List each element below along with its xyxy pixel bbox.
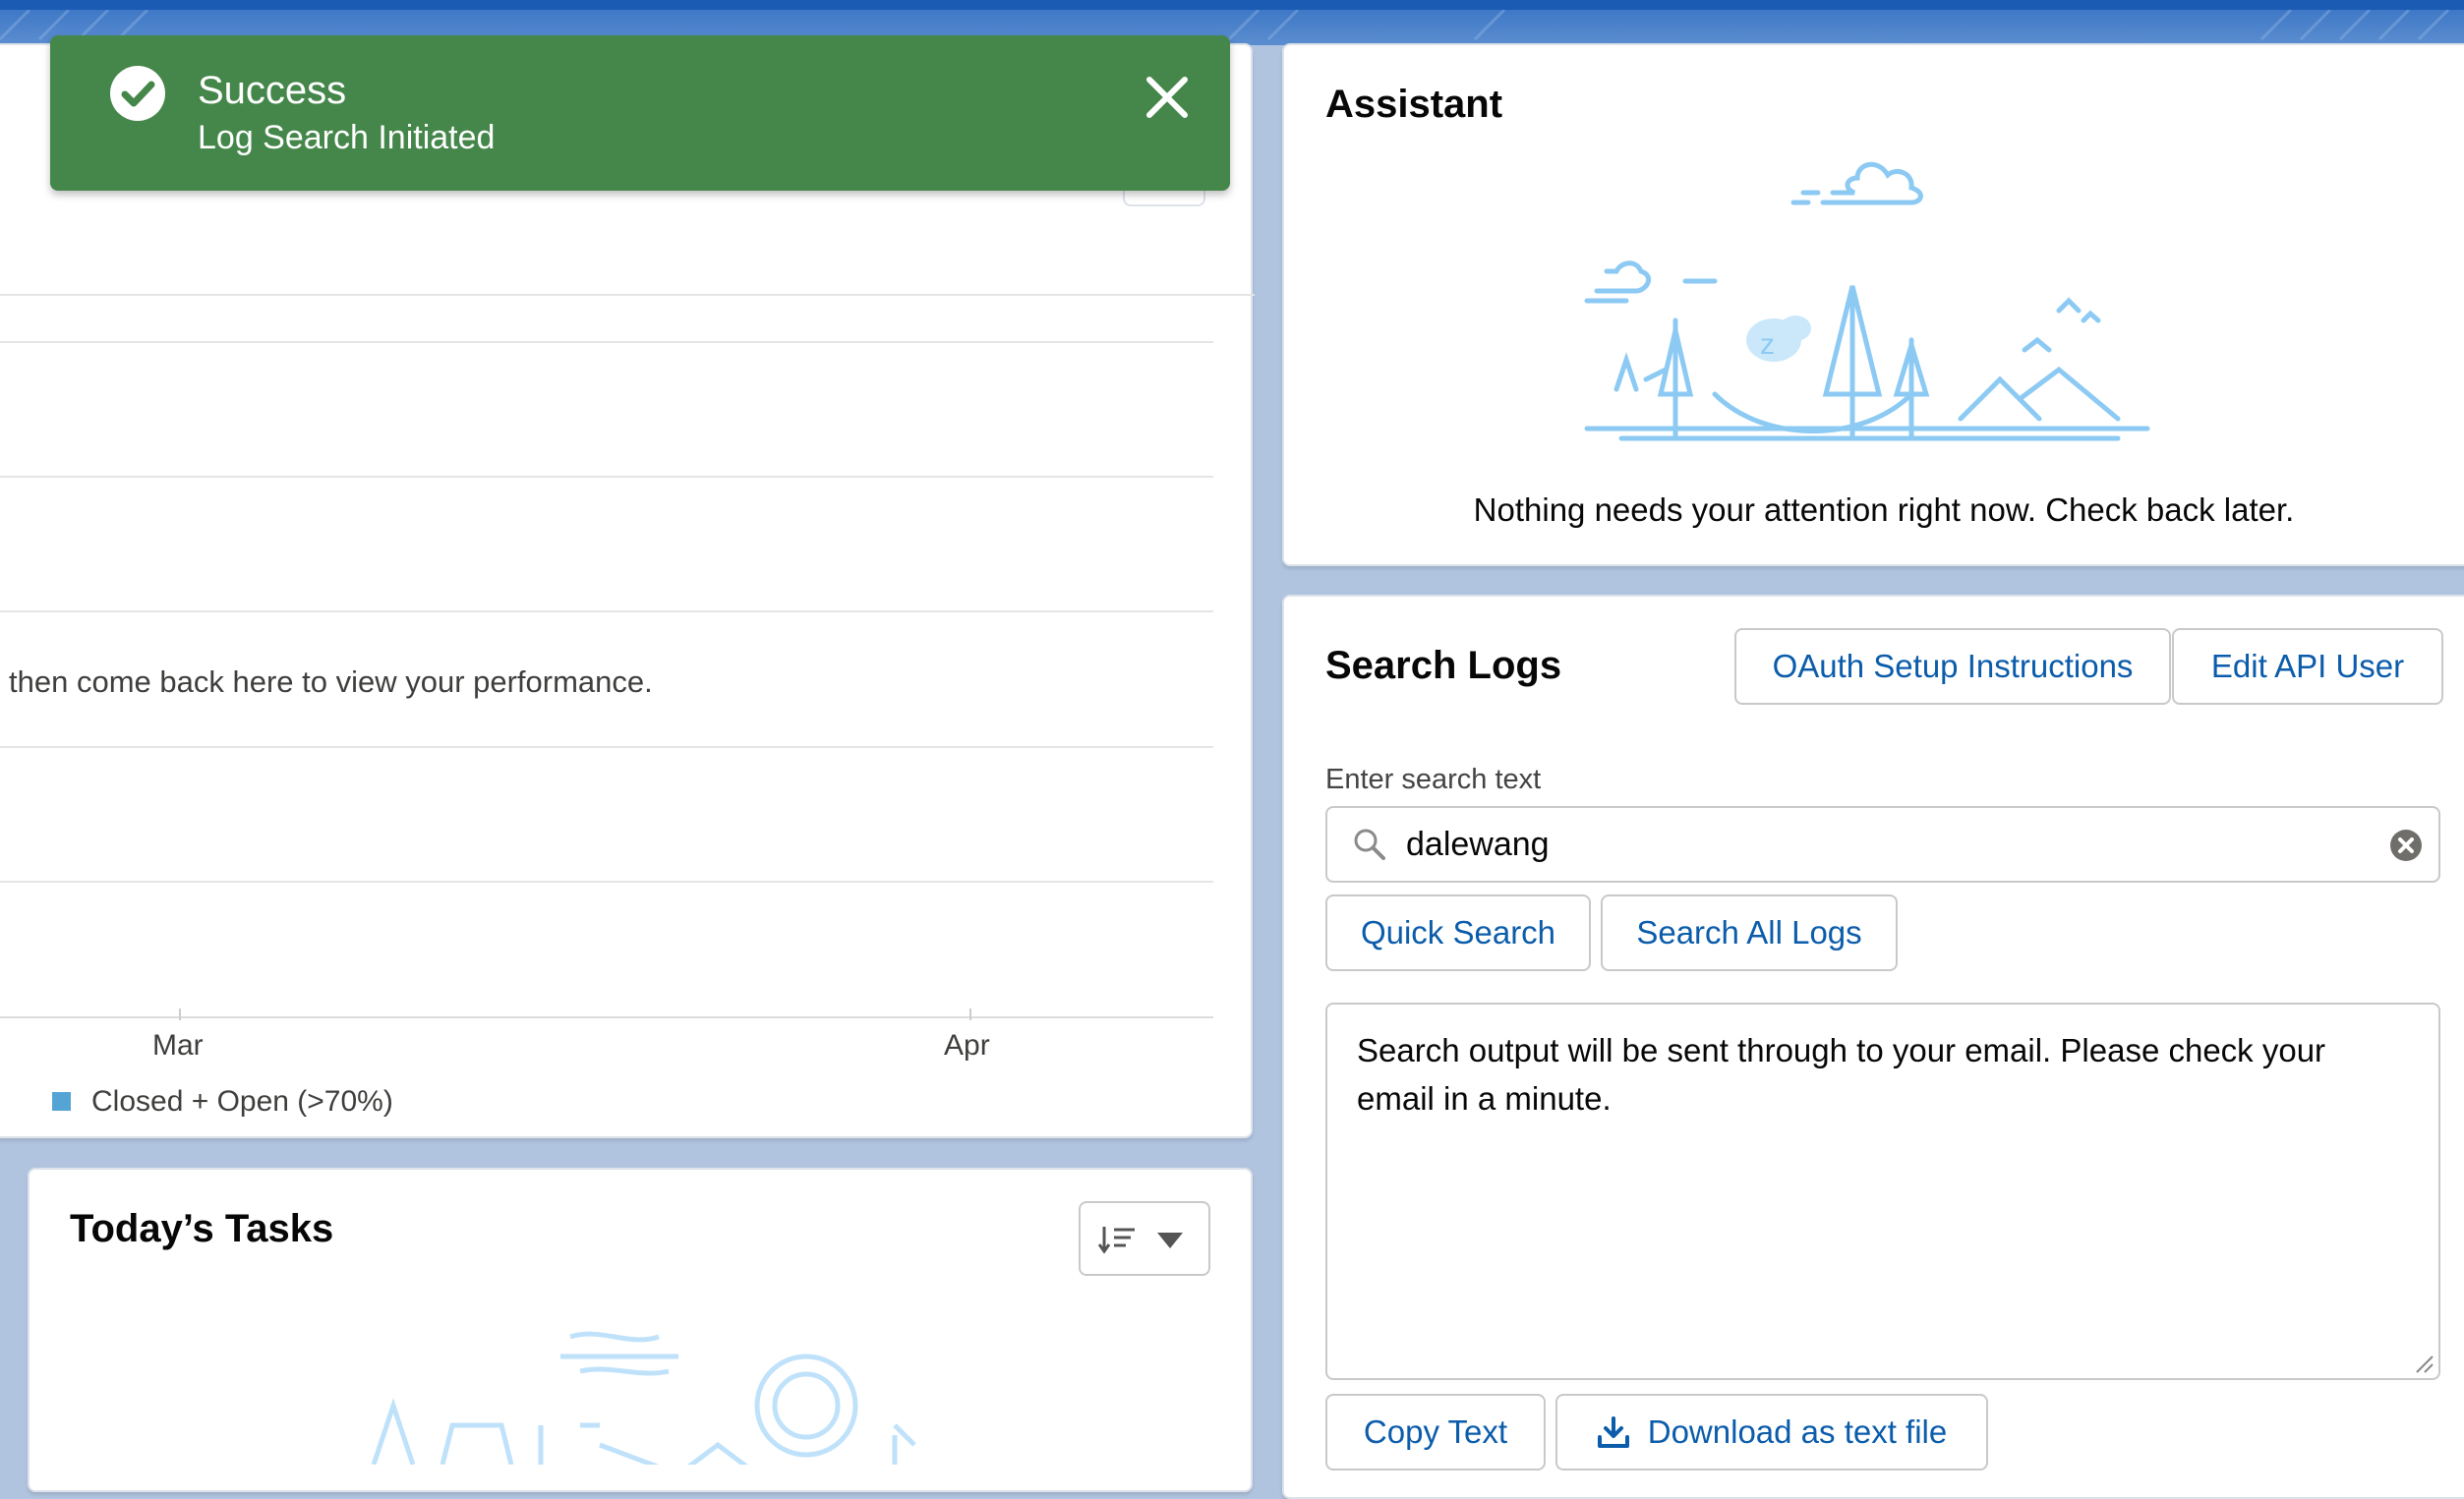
search-input-value: dalewang bbox=[1406, 826, 1550, 863]
search-output-textarea[interactable]: Search output will be sent through to yo… bbox=[1325, 1003, 2440, 1380]
download-text-file-button[interactable]: Download as text file bbox=[1555, 1394, 1988, 1470]
chart-empty-message: then come back here to view your perform… bbox=[9, 664, 653, 699]
chart-axis-line bbox=[0, 1016, 1213, 1018]
copy-text-button[interactable]: Copy Text bbox=[1325, 1394, 1546, 1470]
toast-message: Log Search Initiated bbox=[198, 119, 496, 156]
assistant-title: Assistant bbox=[1325, 83, 1503, 126]
edit-api-user-button[interactable]: Edit API User bbox=[2172, 628, 2443, 705]
clear-input-icon[interactable] bbox=[2389, 829, 2423, 862]
axis-tick bbox=[179, 1009, 181, 1020]
success-check-icon bbox=[110, 66, 165, 121]
x-tick-label-mar: Mar bbox=[152, 1029, 204, 1062]
search-logs-title: Search Logs bbox=[1325, 644, 1562, 687]
assistant-card: Assistant z Nothing needs your attention… bbox=[1282, 43, 2464, 566]
oauth-setup-button[interactable]: OAuth Setup Instructions bbox=[1734, 628, 2171, 705]
chart-gridline bbox=[0, 881, 1213, 883]
chart-gridline bbox=[0, 610, 1213, 612]
success-toast: Success Log Search Initiated bbox=[50, 35, 1230, 191]
search-all-logs-button[interactable]: Search All Logs bbox=[1601, 894, 1898, 971]
search-logs-card: Search Logs OAuth Setup Instructions Edi… bbox=[1282, 595, 2464, 1499]
download-button-label: Download as text file bbox=[1647, 1413, 1948, 1450]
toast-title: Success bbox=[198, 69, 347, 112]
assistant-message: Nothing needs your attention right now. … bbox=[1473, 491, 2295, 528]
search-input[interactable]: dalewang bbox=[1325, 806, 2440, 883]
performance-card: then come back here to view your perform… bbox=[0, 43, 1255, 1138]
x-tick-label-apr: Apr bbox=[944, 1029, 990, 1062]
search-icon bbox=[1354, 829, 1385, 860]
svg-text:z: z bbox=[1760, 328, 1775, 361]
quick-search-button[interactable]: Quick Search bbox=[1325, 894, 1591, 971]
legend-label: Closed + Open (>70%) bbox=[91, 1085, 393, 1118]
chevron-down-icon bbox=[1157, 1233, 1183, 1248]
empty-state-illustration: z bbox=[1584, 162, 2150, 441]
tasks-title: Today’s Tasks bbox=[70, 1207, 334, 1250]
sort-icon bbox=[1098, 1227, 1135, 1254]
chart-gridline bbox=[0, 341, 1213, 343]
search-input-label: Enter search text bbox=[1325, 764, 1542, 795]
chart-divider bbox=[0, 294, 1255, 296]
search-output-text: Search output will be sent through to yo… bbox=[1357, 1032, 2326, 1117]
legend-swatch bbox=[52, 1092, 71, 1111]
download-icon bbox=[1597, 1416, 1629, 1448]
axis-tick bbox=[969, 1009, 971, 1020]
close-icon[interactable] bbox=[1144, 74, 1191, 121]
tasks-empty-illustration bbox=[371, 1331, 916, 1465]
chart-gridline bbox=[0, 746, 1213, 748]
chart-gridline bbox=[0, 476, 1213, 478]
tasks-sort-dropdown[interactable] bbox=[1079, 1201, 1210, 1276]
resize-handle-icon[interactable] bbox=[2413, 1353, 2435, 1374]
todays-tasks-card: Today’s Tasks bbox=[28, 1168, 1253, 1492]
